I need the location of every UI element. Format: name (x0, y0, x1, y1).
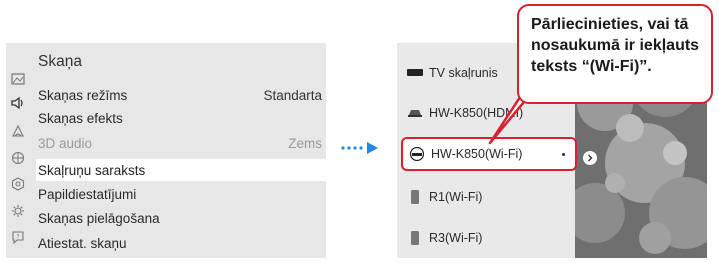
svg-text:?: ? (16, 234, 19, 241)
menu-item-expert-settings[interactable]: Papildiestatījumi (36, 183, 326, 205)
speaker-label: R3(Wi-Fi) (429, 231, 483, 245)
dotted-arrow-icon (341, 142, 378, 154)
menu-item-label: Skaņas efekts (38, 110, 123, 126)
menu-item-label: Atiestat. skaņu (38, 235, 127, 251)
sound-settings-panel: ? Skaņa Skaņas režīms Standarta Skaņas e… (6, 43, 326, 258)
speaker-item-r1[interactable]: R1(Wi-Fi) (407, 186, 567, 208)
menu-item-label: Papildiestatījumi (38, 186, 137, 202)
menu-item-label: 3D audio (38, 135, 93, 151)
settings-category-strip: ? (6, 43, 30, 258)
menu-item-reset-sound[interactable]: Atiestat. skaņu (36, 232, 326, 254)
speaker-label: TV skaļrunis (429, 66, 498, 80)
chevron-right-icon[interactable] (583, 151, 597, 165)
speaker-icon (407, 231, 423, 245)
speaker-icon (407, 190, 423, 204)
tv-speaker-icon (407, 67, 423, 79)
status-dot (562, 153, 565, 156)
soundbar-icon (407, 107, 423, 119)
support-icon[interactable] (10, 203, 26, 219)
system-icon[interactable] (10, 176, 26, 192)
sound-icon[interactable] (10, 95, 26, 111)
menu-item-sound-mode[interactable]: Skaņas režīms Standarta (36, 84, 326, 106)
menu-item-3d-audio: 3D audio Zems (36, 132, 326, 154)
menu-item-sound-customise[interactable]: Skaņas pielāgošana (36, 207, 326, 229)
callout-text: Pārliecinieties, vai tā nosaukumā ir iek… (531, 16, 700, 75)
menu-item-sound-effect[interactable]: Skaņas efekts (36, 107, 326, 129)
speaker-item-r3[interactable]: R3(Wi-Fi) (407, 227, 567, 249)
menu-item-label: Skaņas pielāgošana (38, 210, 160, 226)
callout-box: Pārliecinieties, vai tā nosaukumā ir iek… (517, 4, 713, 104)
network-icon[interactable] (10, 150, 26, 166)
soundbar-icon (409, 147, 425, 161)
menu-item-value: Zems (288, 135, 322, 151)
picture-icon[interactable] (10, 71, 26, 87)
broadcast-icon[interactable] (10, 123, 26, 139)
menu-item-value: Standarta (263, 87, 322, 103)
menu-item-label: Skaņas režīms (38, 87, 128, 103)
speaker-label: R1(Wi-Fi) (429, 190, 483, 204)
speaker-label: HW-K850(Wi-Fi) (431, 147, 523, 161)
menu-title: Skaņa (38, 53, 82, 70)
help-icon[interactable]: ? (10, 229, 26, 245)
menu-item-label: Skaļruņu saraksts (38, 162, 146, 178)
menu-item-speaker-list[interactable]: Skaļruņu saraksts (36, 159, 326, 181)
